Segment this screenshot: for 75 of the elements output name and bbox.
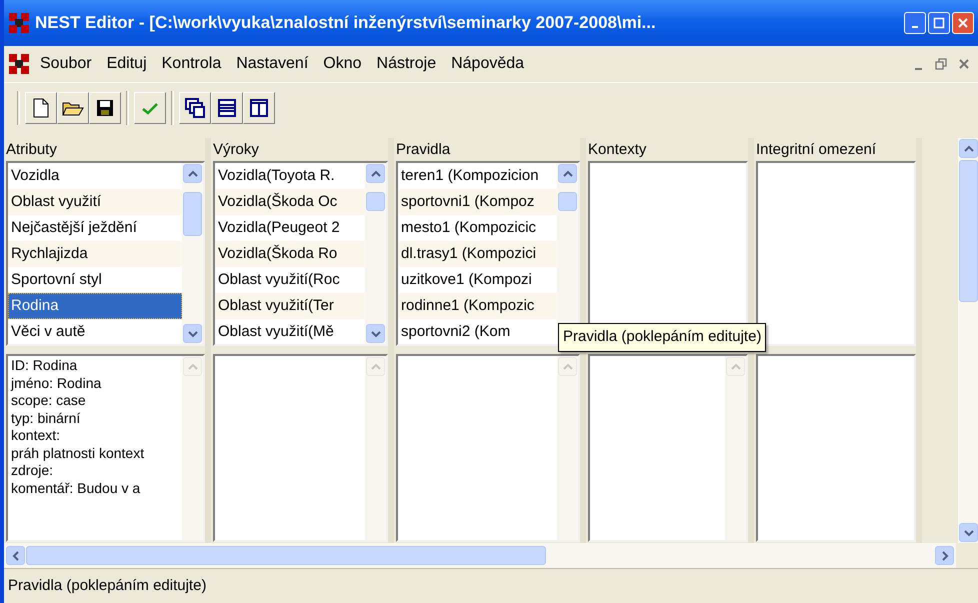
minimize-icon bbox=[914, 68, 922, 70]
list-item[interactable]: Oblast využití(Ter bbox=[215, 293, 365, 319]
close-icon bbox=[957, 17, 969, 29]
menu-item[interactable]: Edituj bbox=[100, 52, 153, 76]
toolbar-button[interactable] bbox=[57, 92, 89, 124]
list-item[interactable]: Rychlajizda bbox=[8, 241, 182, 267]
scroll-thumb[interactable] bbox=[26, 546, 546, 565]
scroll-up-button[interactable] bbox=[366, 164, 385, 183]
detail-line: ID: Rodina bbox=[11, 357, 78, 374]
vertical-scrollbar[interactable] bbox=[365, 356, 386, 540]
detail-line: zdroje: bbox=[11, 462, 54, 480]
status-text: Pravidla (poklepáním editujte) bbox=[8, 576, 206, 596]
maximize-icon bbox=[933, 17, 945, 29]
menu-item[interactable]: Nápověda bbox=[445, 52, 530, 76]
close-icon bbox=[958, 58, 970, 70]
column-header: Kontexty bbox=[588, 140, 648, 160]
list-item[interactable]: dl.trasy1 (Kompozici bbox=[398, 241, 557, 267]
minimize-window-button[interactable] bbox=[904, 12, 926, 34]
vertical-scrollbar[interactable] bbox=[557, 356, 578, 540]
detail-line: komentář: Budou v a bbox=[11, 480, 142, 497]
list-item[interactable]: Oblast využití bbox=[8, 189, 182, 215]
vertical-scrollbar[interactable] bbox=[725, 356, 746, 540]
scroll-left-button[interactable] bbox=[6, 546, 25, 565]
list-item[interactable]: Vozidla(Škoda Ro bbox=[215, 241, 365, 267]
scroll-down-button[interactable] bbox=[959, 523, 978, 542]
maximize-window-button[interactable] bbox=[928, 12, 950, 34]
list-item[interactable]: rodinne1 (Kompozic bbox=[398, 293, 557, 319]
scroll-up-button[interactable] bbox=[959, 139, 978, 158]
list-item[interactable]: sportovni1 (Kompoz bbox=[398, 189, 557, 215]
tile-horizontal-icon bbox=[217, 98, 237, 118]
tile-vertical-icon bbox=[249, 98, 269, 118]
toolbar-button[interactable] bbox=[89, 92, 121, 124]
close-window-button[interactable] bbox=[952, 12, 974, 34]
menu-item[interactable]: Soubor bbox=[34, 52, 98, 76]
toolbar-button[interactable] bbox=[25, 92, 57, 124]
scroll-thumb[interactable] bbox=[959, 160, 978, 302]
horizontal-scrollbar[interactable] bbox=[4, 543, 956, 568]
scroll-thumb[interactable] bbox=[558, 192, 577, 211]
list-item[interactable]: Vozidla(Škoda Oc bbox=[215, 189, 365, 215]
scroll-thumb[interactable] bbox=[366, 192, 385, 211]
detail-line: jméno: Rodina bbox=[11, 374, 102, 392]
column-header: Pravidla bbox=[396, 140, 452, 160]
vertical-scrollbar[interactable] bbox=[958, 138, 978, 543]
menu-item[interactable]: Nastavení bbox=[230, 52, 314, 76]
menu-item[interactable]: Kontrola bbox=[156, 52, 228, 76]
menu-item[interactable]: Nástroje bbox=[370, 52, 442, 76]
scroll-up-button[interactable] bbox=[183, 164, 202, 183]
new-document-icon bbox=[32, 98, 50, 118]
vertical-scrollbar[interactable] bbox=[365, 163, 386, 344]
list-item[interactable]: Rodina bbox=[8, 293, 182, 319]
cascade-windows-icon bbox=[184, 96, 206, 118]
vertical-scrollbar[interactable] bbox=[182, 356, 203, 540]
column-header: Atributy bbox=[6, 140, 58, 160]
app-logo-icon bbox=[8, 53, 30, 75]
vertical-scrollbar[interactable] bbox=[182, 163, 203, 344]
detail-line: typ: binární bbox=[11, 410, 82, 427]
window-title: NEST Editor - [C:\work\vyuka\znalostní inženýrství\seminarky 2007-2008\mi... bbox=[35, 12, 657, 34]
detail-line: scope: case bbox=[11, 392, 87, 410]
tooltip: Pravidla (poklepáním editujte) bbox=[558, 323, 766, 352]
toolbar-button[interactable] bbox=[179, 92, 211, 124]
scroll-thumb[interactable] bbox=[183, 192, 202, 236]
scroll-right-button[interactable] bbox=[935, 546, 954, 565]
column-header: Integritní omezení bbox=[756, 140, 878, 160]
toolbar-button[interactable] bbox=[243, 92, 275, 124]
app-logo-icon bbox=[8, 12, 30, 34]
toolbar-button[interactable] bbox=[211, 92, 243, 124]
scroll-down-button[interactable] bbox=[366, 324, 385, 343]
column-header: Výroky bbox=[213, 140, 260, 160]
minimize-icon bbox=[912, 26, 918, 28]
detail-line: kontext: bbox=[11, 427, 62, 444]
scroll-up-button[interactable] bbox=[558, 164, 577, 183]
scroll-down-button[interactable] bbox=[183, 324, 202, 343]
menu-item[interactable]: Okno bbox=[317, 52, 368, 76]
restore-icon bbox=[935, 58, 947, 70]
detail-line: práh platnosti kontext bbox=[11, 444, 146, 462]
